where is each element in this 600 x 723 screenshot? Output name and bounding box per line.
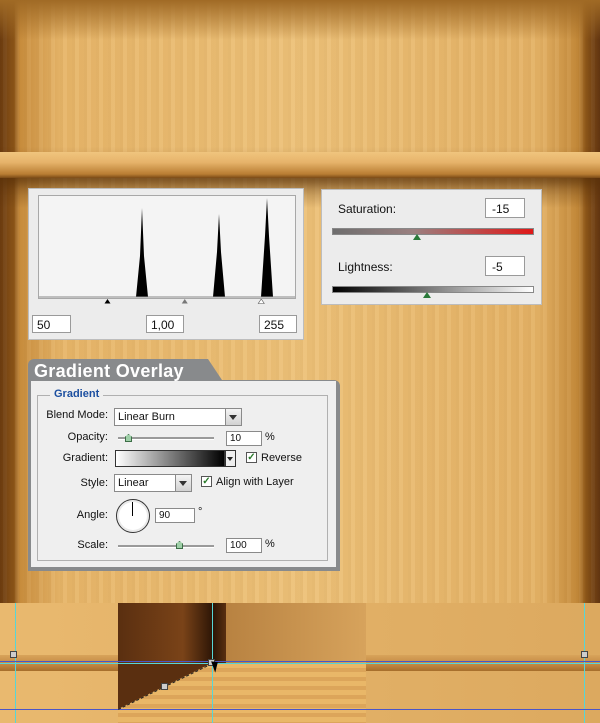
- style-label: Style:: [80, 477, 108, 489]
- saturation-slider[interactable]: [332, 228, 534, 235]
- white-point-thumb[interactable]: [257, 299, 265, 304]
- angle-field[interactable]: 90: [155, 508, 195, 523]
- reverse-checkbox[interactable]: ✓: [246, 452, 257, 463]
- checkmark-icon: ✓: [202, 476, 211, 487]
- blend-mode-value: Linear Burn: [118, 411, 175, 423]
- opacity-slider[interactable]: [118, 437, 214, 440]
- lightness-slider[interactable]: [332, 286, 534, 293]
- scale-unit: %: [265, 538, 275, 550]
- anchor-point[interactable]: [161, 683, 168, 690]
- lightness-thumb[interactable]: [423, 292, 431, 298]
- guide-line: [0, 663, 600, 664]
- input-gamma-field[interactable]: 1,00: [146, 315, 184, 333]
- input-black-field[interactable]: 50: [32, 315, 71, 333]
- shelf-divider-light: [226, 603, 366, 663]
- angle-label: Angle:: [76, 509, 108, 521]
- align-with-layer-label: Align with Layer: [216, 476, 294, 488]
- dropdown-arrow-icon[interactable]: [175, 475, 191, 491]
- dropdown-arrow-icon[interactable]: [225, 409, 241, 425]
- blend-mode-select[interactable]: Linear Burn: [114, 408, 242, 426]
- checkmark-icon: ✓: [247, 452, 256, 463]
- angle-unit: °: [198, 506, 203, 518]
- scale-field[interactable]: 100: [226, 538, 262, 553]
- gradient-overlay-title: Gradient Overlay: [34, 361, 184, 381]
- gradient-label: Gradient:: [62, 452, 108, 464]
- opacity-field[interactable]: 10: [226, 431, 262, 446]
- lightness-label: Lightness:: [338, 260, 393, 274]
- gradient-group-label: Gradient: [50, 388, 104, 400]
- shelf-divider-dark: [118, 603, 226, 663]
- saturation-field[interactable]: -15: [485, 198, 525, 218]
- path-line: [0, 709, 600, 710]
- lightness-field[interactable]: -5: [485, 256, 525, 276]
- histogram-chart: [39, 198, 295, 298]
- gradient-preview[interactable]: [115, 450, 225, 467]
- reverse-label: Reverse: [261, 452, 302, 464]
- anchor-point[interactable]: [10, 651, 17, 658]
- style-select[interactable]: Linear: [114, 474, 192, 492]
- anchor-point[interactable]: [581, 651, 588, 658]
- wooden-shelf: [0, 152, 600, 178]
- align-with-layer-checkbox[interactable]: ✓: [201, 476, 212, 487]
- wood-top-shade: [0, 0, 600, 40]
- levels-panel: 50 1,00 255: [28, 188, 304, 340]
- hue-saturation-panel: Saturation: -15 Lightness: -5: [321, 189, 542, 305]
- saturation-label: Saturation:: [338, 202, 397, 216]
- scale-label: Scale:: [77, 539, 108, 551]
- style-value: Linear: [118, 477, 149, 489]
- gradient-dropdown-button[interactable]: [225, 450, 236, 467]
- gamma-thumb[interactable]: [181, 299, 188, 304]
- path-line: [0, 661, 600, 662]
- levels-slider[interactable]: [38, 299, 294, 305]
- opacity-unit: %: [265, 431, 275, 443]
- input-white-field[interactable]: 255: [259, 315, 297, 333]
- scale-slider[interactable]: [118, 545, 214, 548]
- levels-histogram: [38, 195, 296, 299]
- blend-mode-label: Blend Mode:: [46, 409, 108, 421]
- black-point-thumb[interactable]: [104, 299, 111, 304]
- saturation-thumb[interactable]: [413, 234, 421, 240]
- opacity-label: Opacity:: [67, 431, 108, 443]
- angle-dial-icon[interactable]: [116, 499, 150, 533]
